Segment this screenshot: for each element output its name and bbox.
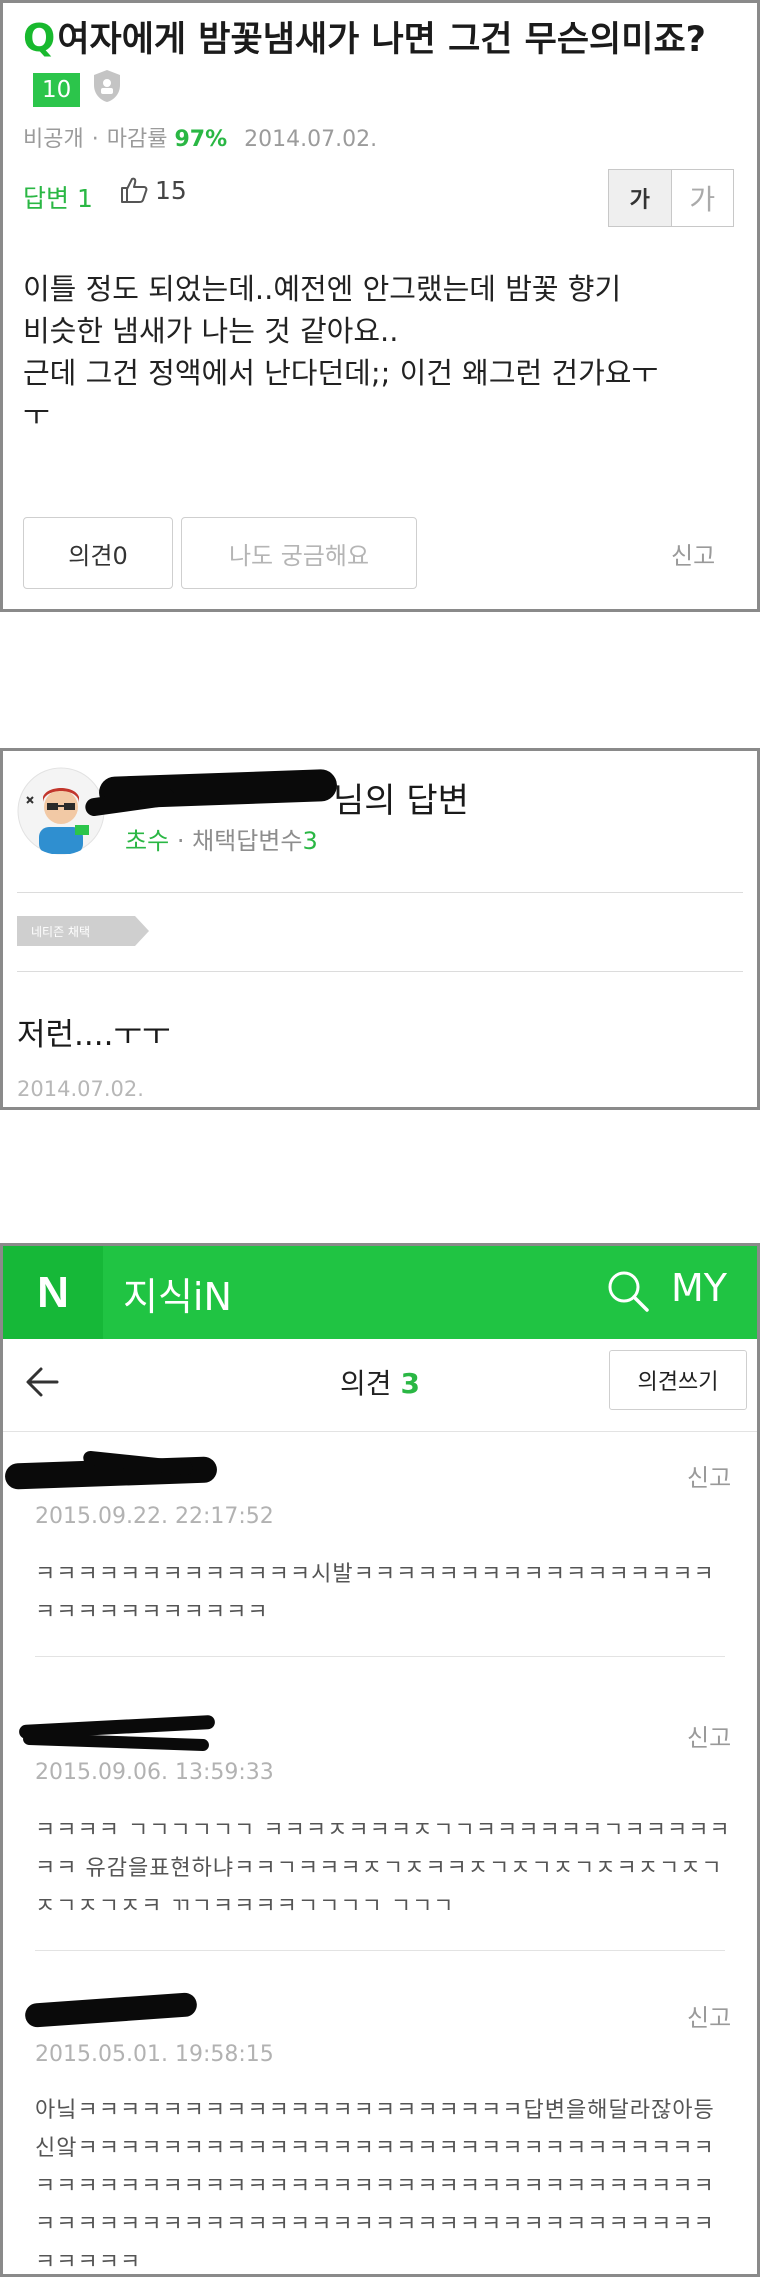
naver-logo-text: N (37, 1267, 69, 1317)
question-body: 이틀 정도 되었는데..예전엔 안그랬는데 밤꽃 향기 비슷한 냄새가 나는 것… (23, 268, 733, 436)
font-size-toggle: 가 가 (608, 169, 734, 227)
opinion-button[interactable]: 의견0 (23, 517, 173, 589)
answer-date: 2014.07.02. (17, 1077, 144, 1101)
question-body-line: ㅜ (23, 398, 50, 432)
divider (35, 1950, 725, 1951)
question-panel: Q여자에게 밤꽃냄새가 나면 그건 무슨의미죠? 10 비공개 · 마감률 97% 2… (0, 0, 760, 612)
deadline-value: 97% (174, 127, 228, 152)
author-rank: 초수 (125, 827, 170, 855)
comment-report-link[interactable]: 신고 (687, 1998, 731, 2033)
adopted-count-label: · 채택답변수 (176, 827, 303, 855)
divider (3, 1431, 757, 1432)
my-button[interactable]: MY (671, 1266, 727, 1310)
answer-panel: 님의 답변 초수 · 채택답변수3 네티즌 채택 저런....ㅜㅜ 2014.0… (0, 748, 760, 1110)
question-body-line: 근데 그건 정액에서 난다던데;; 이건 왜그런 건가요ㅜ (23, 356, 659, 390)
like-button[interactable]: 15 (119, 175, 187, 205)
divider (17, 971, 743, 972)
app-bar: N 지식iN MY (3, 1246, 757, 1339)
opinions-count: 3 (400, 1367, 420, 1400)
me-too-curious-button[interactable]: 나도 궁금해요 (181, 517, 417, 589)
write-opinion-button[interactable]: 의견쓰기 (609, 1350, 747, 1410)
naver-logo[interactable]: N (3, 1246, 103, 1339)
question-title-text: 여자에게 밤꽃냄새가 나면 그건 무슨의미죠? (57, 20, 706, 60)
answer-author-title: 님의 답변 (333, 781, 469, 821)
comment-report-link[interactable]: 신고 (687, 1718, 731, 1753)
redacted-username (22, 1732, 210, 1752)
question-mark-icon: Q (23, 16, 56, 60)
question-body-line: 이틀 정도 되었는데..예전엔 안그랬는데 밤꽃 향기 (23, 272, 622, 306)
answer-author-stats: 초수 · 채택답변수3 (125, 821, 318, 856)
comment-report-link[interactable]: 신고 (687, 1458, 731, 1493)
opinions-panel: N 지식iN MY 의견 3 의견쓰기 신고 2015.09.22. 22:17… (0, 1243, 760, 2277)
adopted-count-value: 3 (302, 827, 318, 855)
like-count: 15 (155, 175, 187, 205)
divider (35, 1656, 725, 1657)
answer-text: 저런....ㅜㅜ (17, 1017, 171, 1053)
deadline-label: 마감률 (106, 127, 168, 152)
comment-body: ㅋㅋㅋㅋㅋㅋㅋㅋㅋㅋㅋㅋㅋ시발ㅋㅋㅋㅋㅋㅋㅋㅋㅋㅋㅋㅋㅋㅋㅋㅋㅋㅋㅋㅋㅋㅋㅋㅋㅋ… (35, 1562, 715, 1625)
question-meta: 비공개 · 마감률 97% 2014.07.02. (23, 127, 378, 152)
question-body-line: 비슷한 냄새가 나는 것 같아요.. (23, 314, 399, 348)
comment-date: 2015.09.22. 22:17:52 (35, 1504, 274, 1529)
divider (17, 892, 743, 893)
question-title: Q여자에게 밤꽃냄새가 나면 그건 무슨의미죠? 10 (23, 13, 733, 115)
font-large-button[interactable]: 가 (672, 170, 734, 226)
comment-body: ㅋㅋㅋㅋ ㄱㄱㄱㄱㄱㄱ ㅋㅋㅋㅈㅋㅋㅋㅈㄱㄱㅋㅋㅋㅋㅋㅋㄱㅋㅋㅋㅋㅋㅋㅋ 유감을… (35, 1818, 731, 1919)
search-icon[interactable] (605, 1268, 651, 1314)
comment-body: 아닠ㅋㅋㅋㅋㅋㅋㅋㅋㅋㅋㅋㅋㅋㅋㅋㅋㅋㅋㅋㅋㅋ답변을해달라잖아등신앜ㅋㅋㅋㅋㅋㅋ… (35, 2098, 715, 2275)
thumbs-up-icon (121, 177, 148, 203)
report-link[interactable]: 신고 (671, 536, 715, 571)
answers-count-link[interactable]: 답변 1 (23, 179, 93, 215)
font-small-button[interactable]: 가 (609, 170, 672, 226)
netizen-adopted-tag: 네티즌 채택 (17, 914, 157, 952)
app-name[interactable]: 지식iN (123, 1266, 232, 1321)
opinions-title-label: 의견 (340, 1367, 392, 1400)
comment-date: 2015.09.06. 13:59:33 (35, 1760, 274, 1785)
shield-icon (94, 70, 121, 102)
visibility-label: 비공개 (23, 127, 84, 152)
comment-date: 2015.05.01. 19:58:15 (35, 2042, 274, 2067)
question-date: 2014.07.02. (244, 127, 378, 152)
redacted-username (24, 1992, 198, 2028)
level-badge: 10 (33, 73, 81, 107)
netizen-tag-label: 네티즌 채택 (31, 925, 91, 939)
